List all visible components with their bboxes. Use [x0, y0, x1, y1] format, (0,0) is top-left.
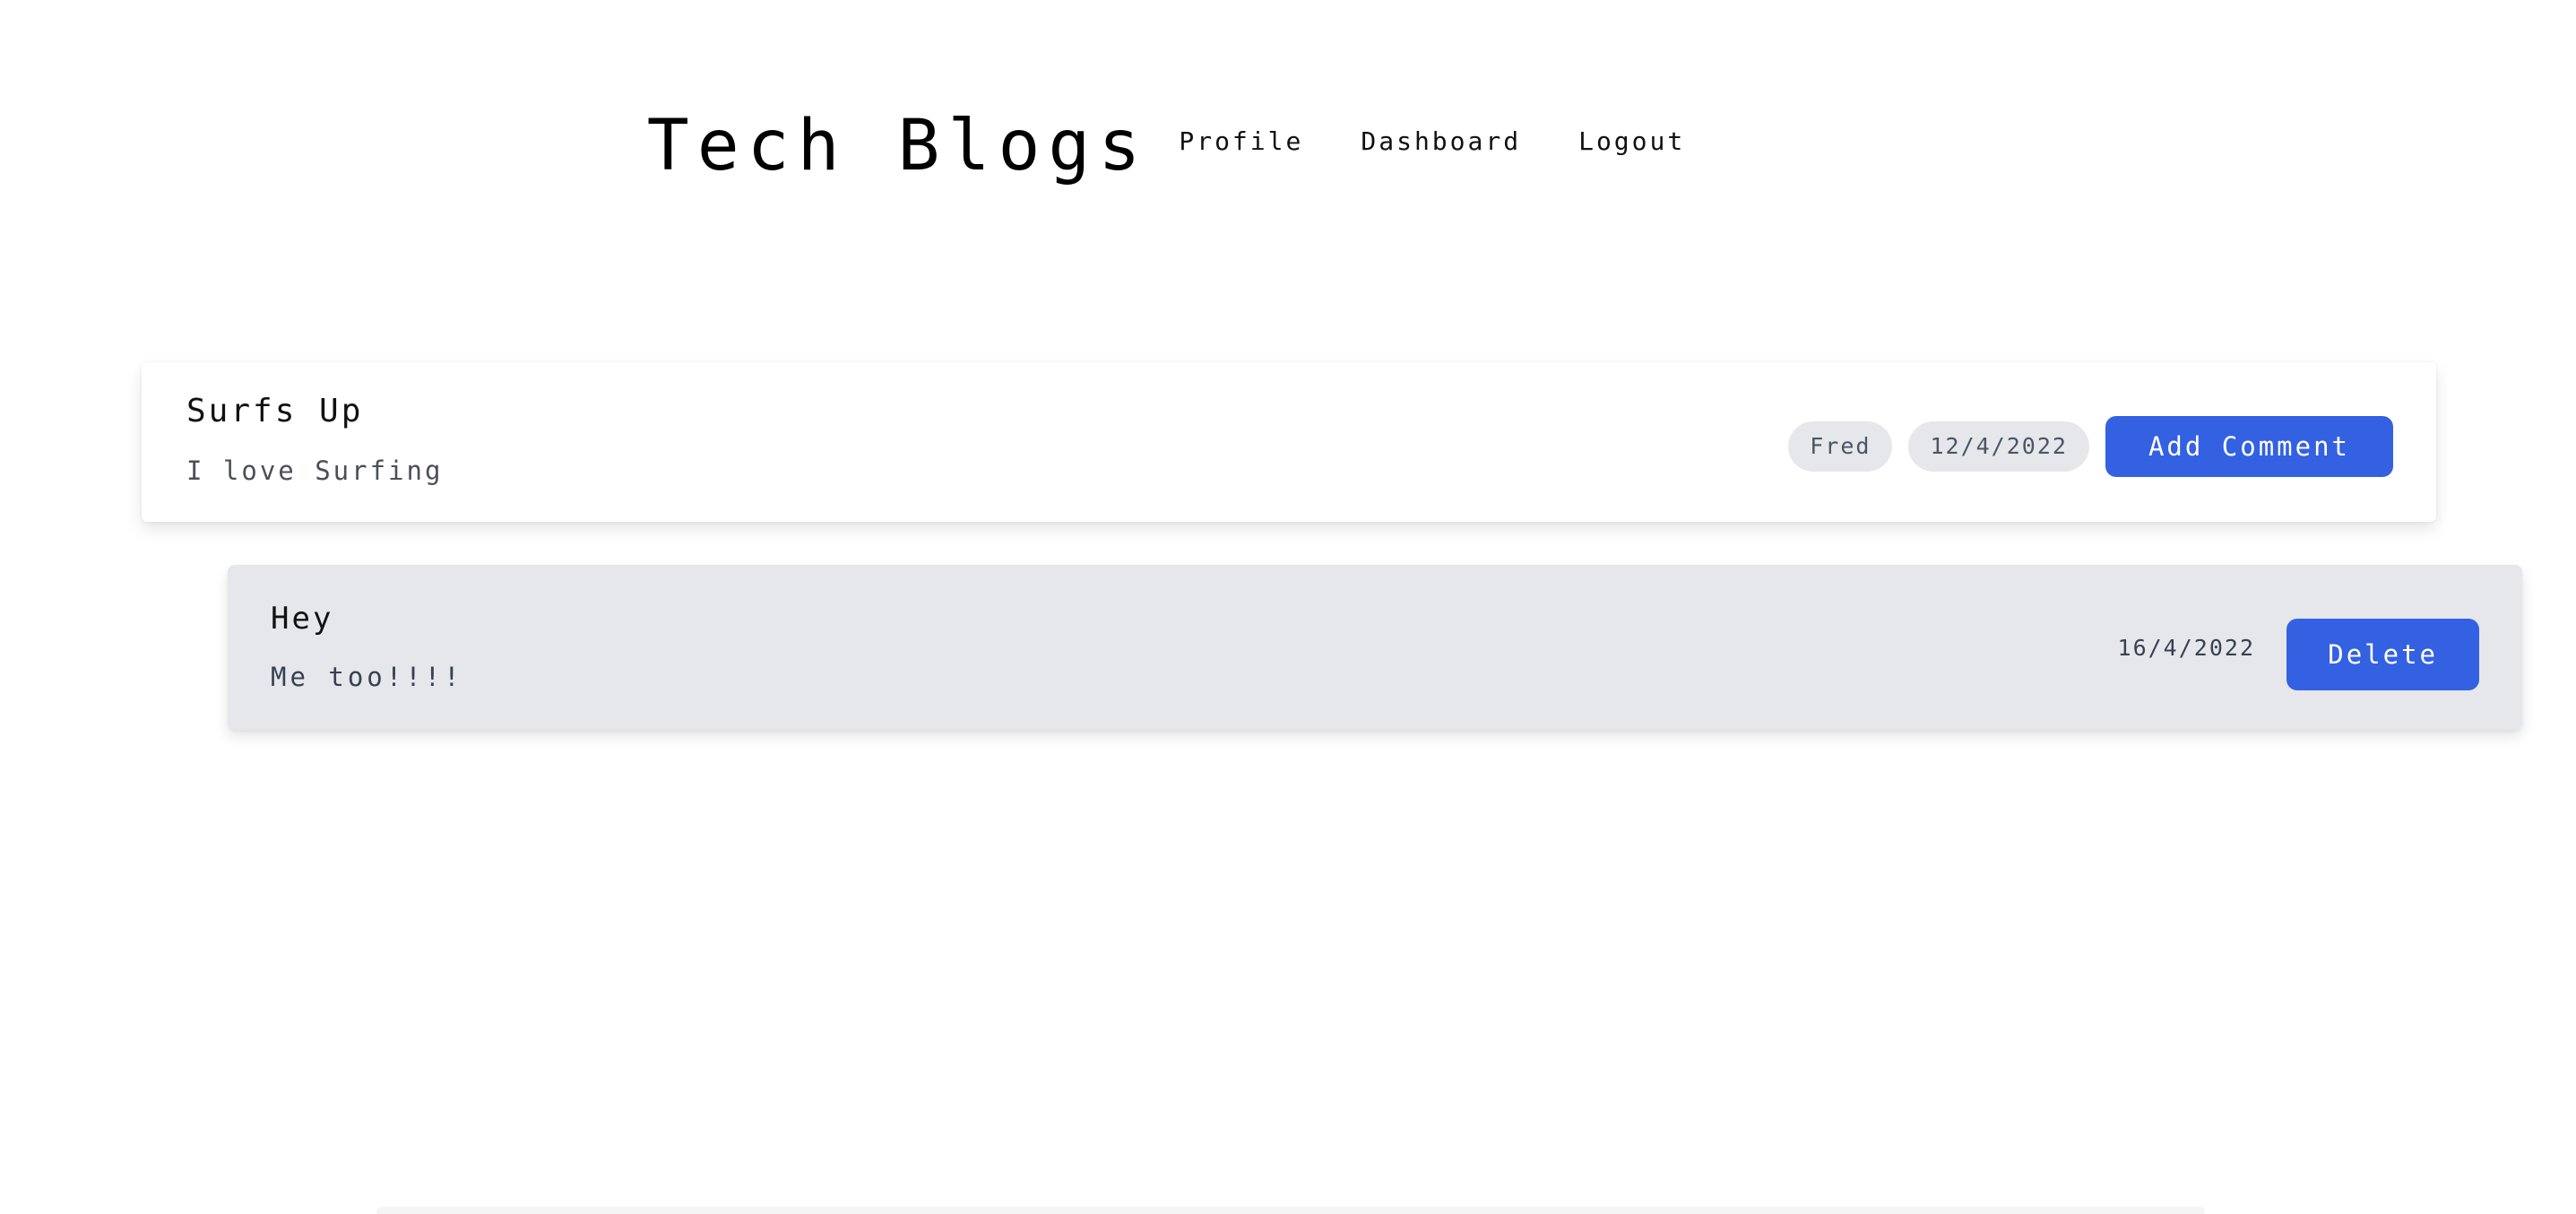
main-nav: Profile Dashboard Logout — [1179, 126, 1685, 156]
comment-card: Hey Me too!!!! 16/4/2022 Delete — [228, 565, 2522, 730]
post-date-badge: 12/4/2022 — [1908, 421, 2089, 472]
page: Tech Blogs Profile Dashboard Logout Surf… — [0, 0, 2576, 1214]
nav-link-logout[interactable]: Logout — [1578, 126, 1685, 156]
post-meta: Fred 12/4/2022 Add Comment — [1788, 416, 2393, 477]
bottom-edge-shadow — [376, 1207, 2205, 1214]
post-body: I love Surfing — [186, 455, 444, 486]
nav-link-dashboard[interactable]: Dashboard — [1361, 126, 1521, 156]
post-title: Surfs Up — [186, 393, 364, 429]
site-brand[interactable]: Tech Blogs — [647, 111, 1149, 181]
site-header: Tech Blogs Profile Dashboard Logout — [0, 106, 2576, 181]
delete-comment-button[interactable]: Delete — [2286, 619, 2479, 690]
post-author-badge: Fred — [1788, 421, 1893, 472]
comment-date: 16/4/2022 — [2117, 635, 2255, 661]
comment-title: Hey — [271, 601, 334, 637]
post-card: Surfs Up I love Surfing Fred 12/4/2022 A… — [142, 362, 2436, 522]
add-comment-button[interactable]: Add Comment — [2105, 416, 2393, 477]
nav-link-profile[interactable]: Profile — [1179, 126, 1303, 156]
comment-body: Me too!!!! — [271, 662, 463, 692]
